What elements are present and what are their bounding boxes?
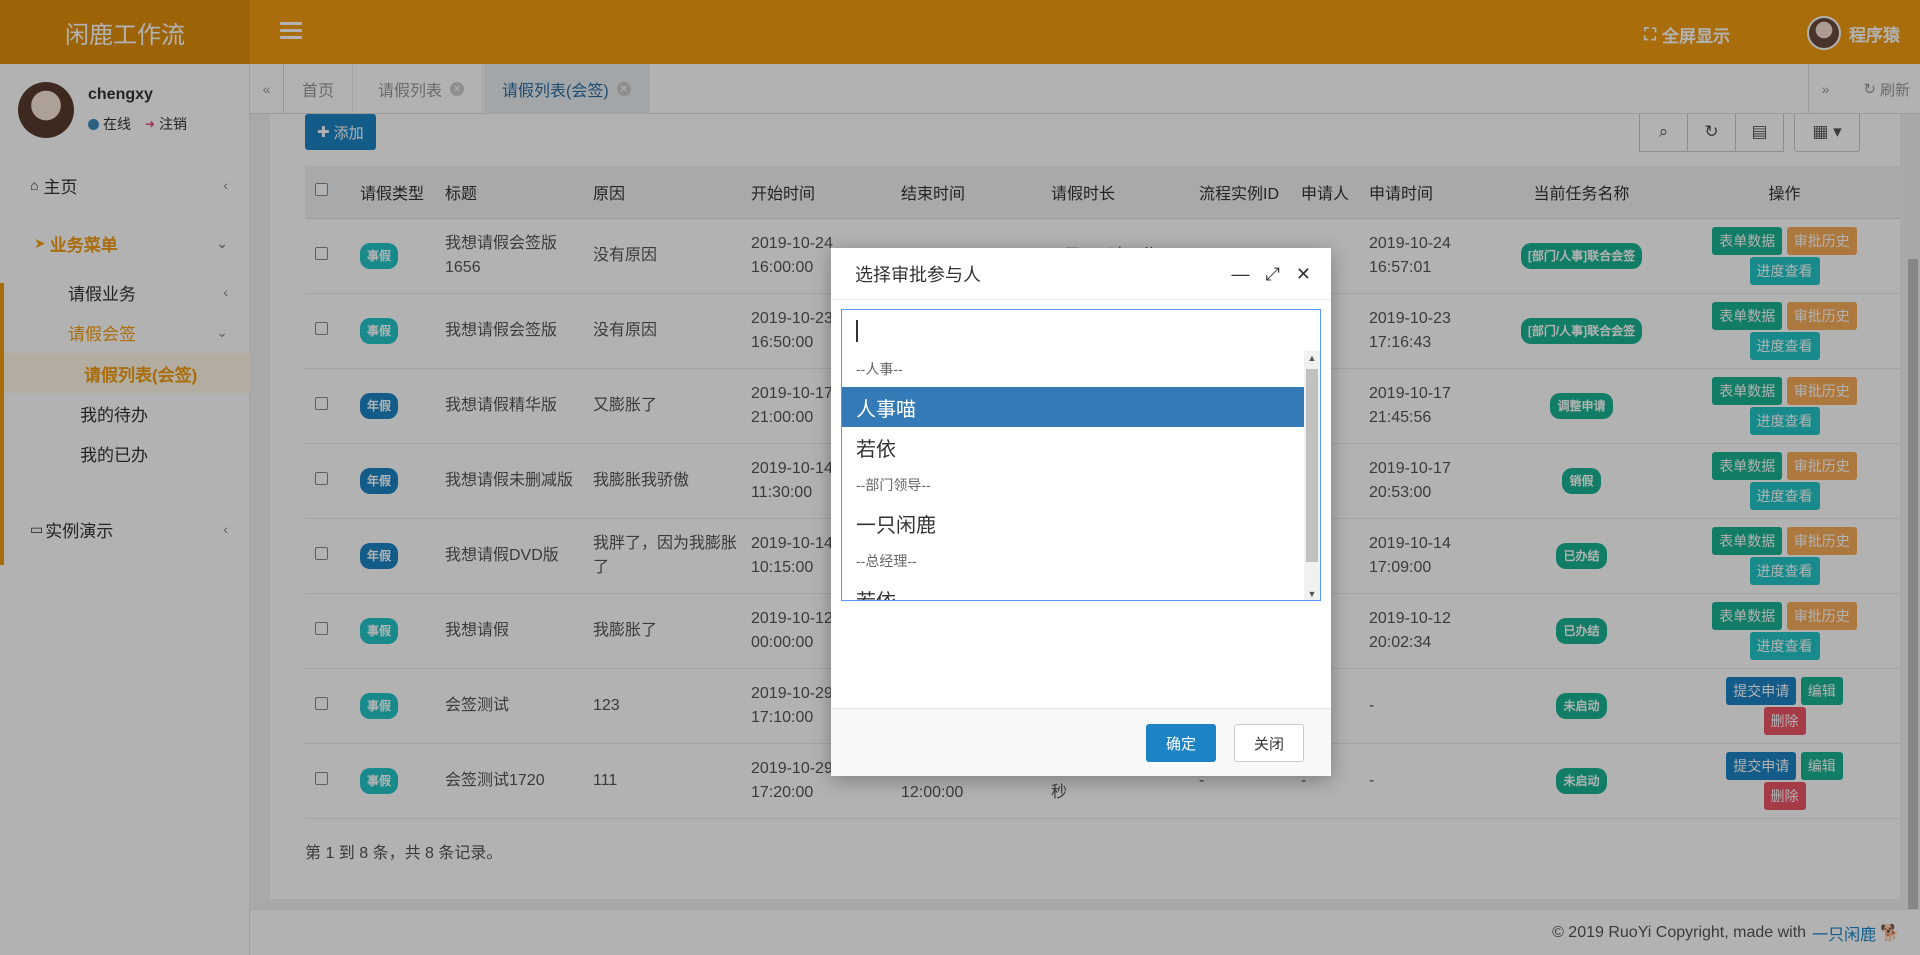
option-item[interactable]: 若依 — [842, 579, 1306, 601]
dropdown-scrollbar[interactable]: ▲ ▼ — [1304, 351, 1320, 600]
scroll-up-icon[interactable]: ▲ — [1304, 353, 1320, 363]
dialog-footer: 确定 关闭 — [831, 708, 1331, 776]
dialog-header: 选择审批参与人 — ⤢ ✕ — [831, 248, 1331, 300]
option-item[interactable]: 一只闲鹿 — [842, 503, 1306, 543]
scroll-down-icon[interactable]: ▼ — [1304, 589, 1320, 599]
dialog-title: 选择审批参与人 — [855, 264, 981, 285]
select-approver-dialog: 选择审批参与人 — ⤢ ✕ --人事-- 人事喵 若依 --部门领导-- 一只闲… — [831, 248, 1331, 776]
option-item[interactable]: 若依 — [842, 427, 1306, 467]
option-group-label: --部门领导-- — [856, 477, 931, 493]
option-group-label: --人事-- — [856, 361, 903, 377]
maximize-icon[interactable]: ⤢ — [1266, 264, 1280, 285]
option-group-label: --总经理-- — [856, 553, 917, 569]
text-cursor — [856, 319, 858, 342]
approver-dropdown: --人事-- 人事喵 若依 --部门领导-- 一只闲鹿 --总经理-- 若依 ▲… — [841, 351, 1321, 601]
option-item[interactable]: 人事喵 — [842, 387, 1306, 427]
minimize-icon[interactable]: — — [1232, 264, 1250, 285]
close-icon[interactable]: ✕ — [1296, 264, 1311, 285]
confirm-button[interactable]: 确定 — [1146, 724, 1216, 762]
approver-search-input[interactable] — [841, 309, 1321, 351]
close-button[interactable]: 关闭 — [1234, 724, 1304, 762]
